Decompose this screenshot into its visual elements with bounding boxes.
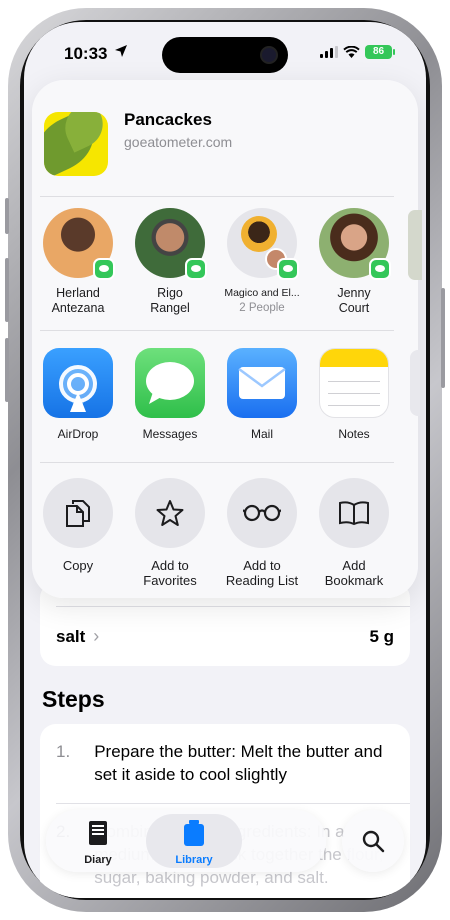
volume-up-button — [5, 258, 9, 322]
messages-badge-icon — [93, 258, 115, 280]
action-label: Add to Reading List — [225, 558, 299, 588]
share-app-mail[interactable]: Mail — [220, 348, 304, 441]
dynamic-island — [162, 37, 288, 73]
chevron-right-icon: › — [93, 626, 100, 646]
contact-overflow-peek — [408, 210, 422, 280]
contact-name: Rigo Rangel — [150, 286, 190, 315]
step-item: 1. Prepare the butter: Melt the butter a… — [56, 740, 394, 786]
app-label: AirDrop — [57, 427, 99, 441]
volume-down-button — [5, 338, 9, 402]
app-label: Notes — [338, 427, 370, 441]
tab-label: Diary — [84, 854, 112, 866]
action-add-to-favorites[interactable]: Add to Favorites — [125, 478, 215, 588]
avatar — [43, 208, 115, 280]
messages-badge-icon — [277, 258, 299, 280]
power-button — [441, 288, 445, 388]
step-text: Prepare the butter: Melt the butter and … — [94, 742, 383, 784]
share-sheet: Pancackes goeatometer.com Herland Antezan… — [32, 80, 422, 598]
ingredient-amount: 5 g — [369, 626, 394, 646]
avatar — [227, 208, 299, 280]
tab-library[interactable]: Library — [146, 814, 242, 868]
cellular-signal-icon — [320, 46, 338, 58]
battery-indicator: 86 — [365, 45, 395, 59]
app-label: Messages — [142, 427, 198, 441]
app-overflow-peek — [410, 350, 422, 416]
messages-icon — [135, 348, 205, 418]
ingredient-row-salt[interactable]: salt › 5 g — [56, 626, 394, 647]
contact-group-magico[interactable]: Magico and El... 2 People — [220, 208, 304, 315]
action-button — [5, 198, 9, 234]
screen: 10:33 86 salt › 5 g Steps 1. Prepare the… — [24, 22, 426, 898]
action-add-to-reading-list[interactable]: Add to Reading List — [217, 478, 307, 588]
notes-icon — [319, 348, 389, 418]
contact-jenny-court[interactable]: Jenny Court — [312, 208, 396, 316]
star-icon — [135, 478, 205, 548]
status-time: 10:33 — [64, 44, 108, 63]
action-copy[interactable]: Copy — [33, 478, 123, 573]
tab-diary[interactable]: Diary — [50, 814, 146, 868]
contact-name: Magico and El... — [224, 287, 300, 299]
step-number: 1. — [56, 742, 71, 761]
avatar — [319, 208, 391, 280]
contact-name: Herland Antezana — [51, 286, 105, 315]
copy-icon — [43, 478, 113, 548]
app-label: Mail — [250, 427, 273, 441]
app-icon — [44, 112, 108, 176]
share-app-airdrop[interactable]: AirDrop — [36, 348, 120, 441]
contact-subtitle: 2 People — [239, 302, 285, 314]
tab-bar: Diary Library — [46, 810, 326, 872]
mail-icon — [227, 348, 297, 418]
contact-herland-antezana[interactable]: Herland Antezana — [36, 208, 120, 316]
steps-heading: Steps — [42, 686, 105, 712]
diary-icon — [89, 821, 107, 845]
messages-badge-icon — [369, 258, 391, 280]
action-add-bookmark[interactable]: Add Bookmark — [309, 478, 399, 588]
action-label: Add Bookmark — [324, 558, 384, 588]
shared-item-url: goeatometer.com — [124, 134, 233, 150]
contact-name: Jenny Court — [337, 286, 371, 315]
airdrop-icon — [43, 348, 113, 418]
location-arrow-icon — [115, 45, 127, 57]
search-icon — [362, 830, 385, 853]
contact-rigo-rangel[interactable]: Rigo Rangel — [128, 208, 212, 316]
messages-badge-icon — [185, 258, 207, 280]
action-label: Copy — [62, 558, 94, 573]
library-icon — [184, 820, 204, 846]
wifi-icon — [343, 46, 360, 58]
share-app-messages[interactable]: Messages — [128, 348, 212, 441]
ingredient-name: salt — [56, 626, 86, 646]
book-icon — [319, 478, 389, 548]
status-indicators: 86 — [320, 45, 395, 59]
action-label: Add to Favorites — [143, 558, 197, 588]
tab-label: Library — [175, 854, 213, 866]
share-app-notes[interactable]: Notes — [312, 348, 396, 441]
shared-item-title: Pancackes — [124, 110, 212, 129]
search-button[interactable] — [342, 810, 404, 872]
avatar — [135, 208, 207, 280]
glasses-icon — [227, 478, 297, 548]
